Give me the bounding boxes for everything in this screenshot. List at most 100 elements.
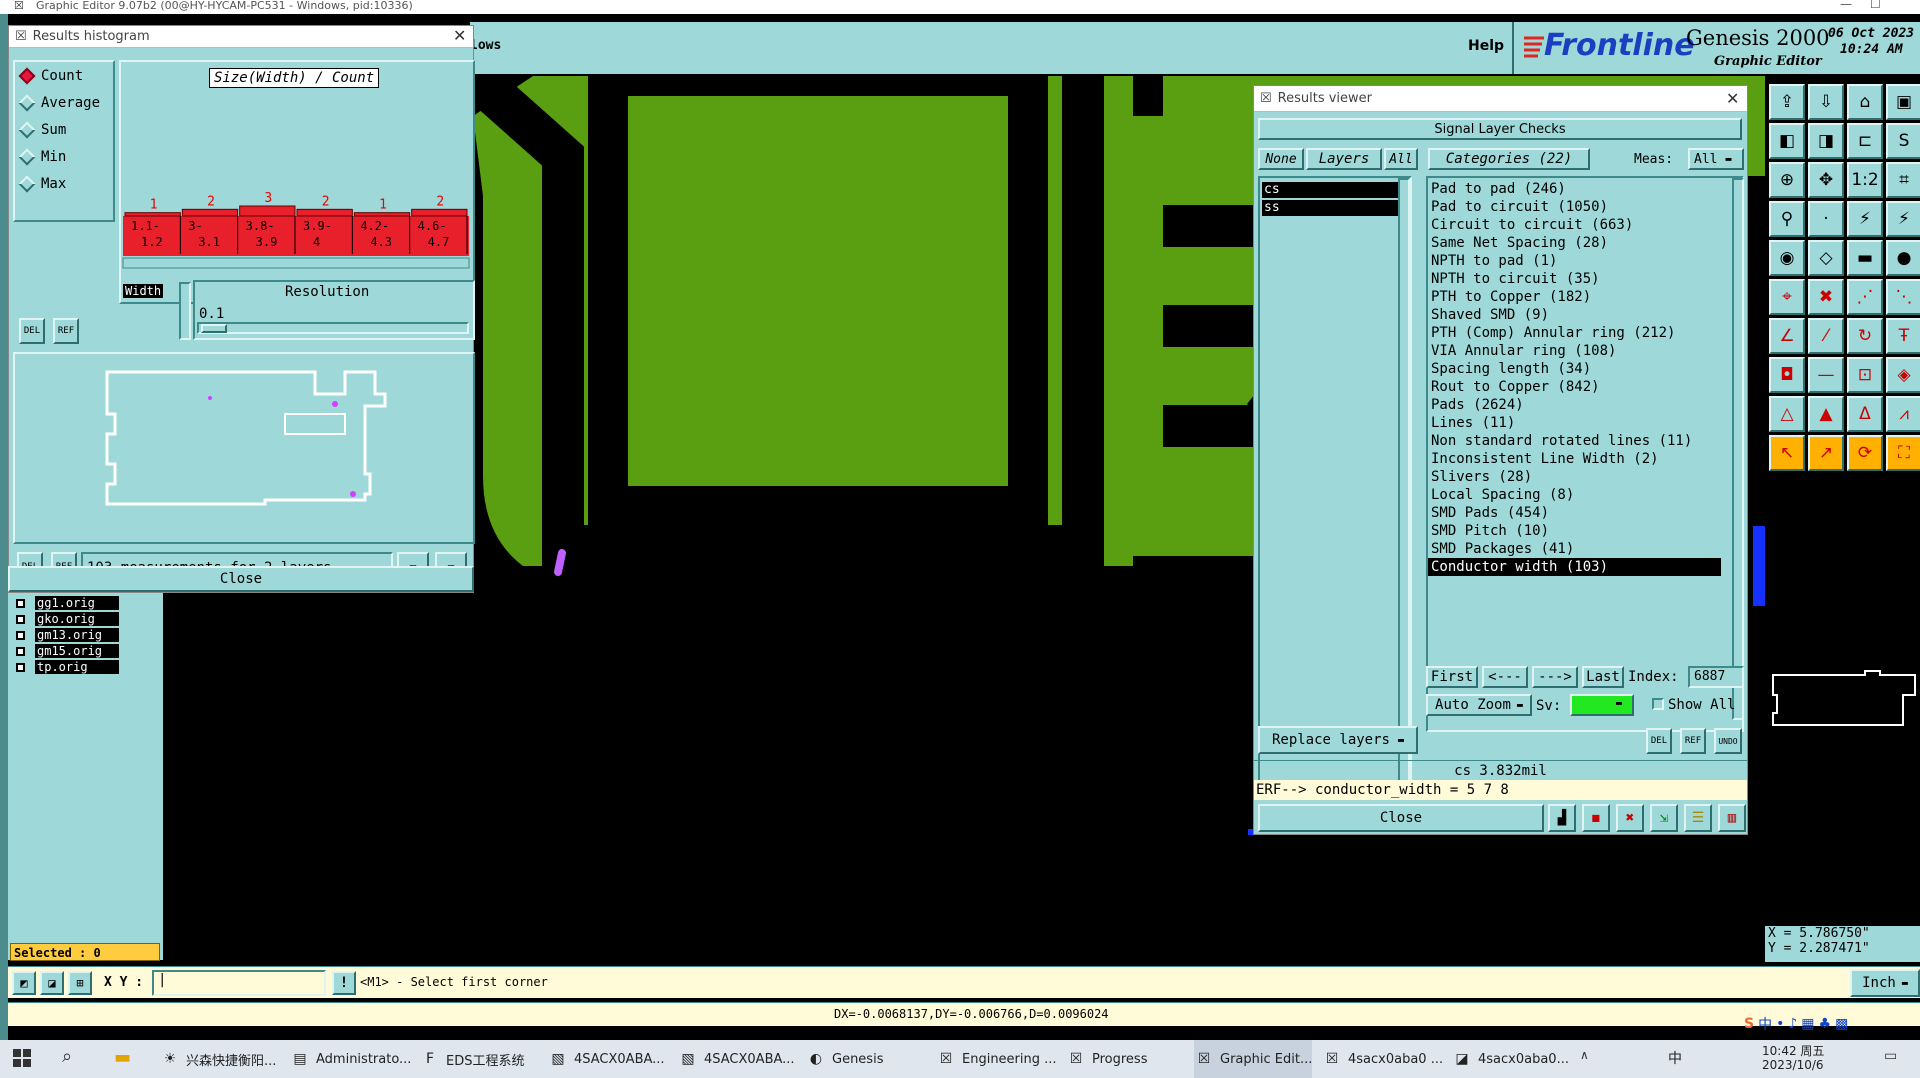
histogram-bar[interactable] xyxy=(239,205,296,217)
report-icon[interactable]: ▟ xyxy=(1548,804,1576,832)
layer-checkbox-icon[interactable] xyxy=(16,598,25,608)
resolution-slider[interactable] xyxy=(197,322,469,334)
units-dropdown[interactable]: Inch ▬ xyxy=(1850,969,1920,997)
del-button[interactable]: DEL xyxy=(19,318,45,344)
layer-row[interactable]: gko.orig xyxy=(12,611,134,627)
mode-radio-average[interactable]: Average xyxy=(15,89,113,116)
sv-color-dropdown[interactable]: ▬ xyxy=(1570,694,1634,716)
pan-right-icon[interactable]: ◨ xyxy=(1808,123,1844,159)
category-row[interactable]: Same Net Spacing (28) xyxy=(1428,234,1721,252)
zoom-s-icon[interactable]: S xyxy=(1886,123,1920,159)
layers-button[interactable]: Layers xyxy=(1306,148,1382,170)
mode-radio-min[interactable]: Min xyxy=(15,143,113,170)
category-row[interactable]: Pads (2624) xyxy=(1428,396,1721,414)
delete-marks-icon[interactable]: ✖ xyxy=(1616,804,1644,832)
tray-chevron-icon[interactable]: ∧ xyxy=(1580,1048,1589,1062)
line-icon[interactable]: ▬ xyxy=(1847,240,1883,276)
file-explorer-icon[interactable]: ▬ xyxy=(114,1047,131,1068)
help-menu[interactable]: Help xyxy=(1468,38,1504,54)
layers-list[interactable]: cs ss xyxy=(1258,176,1412,800)
taskbar-app[interactable]: ▤ Administrato... xyxy=(290,1040,411,1078)
mode-radio-count[interactable]: Count xyxy=(15,62,113,89)
triangle-icon[interactable]: △ xyxy=(1769,396,1805,432)
category-row[interactable]: Non standard rotated lines (11) xyxy=(1428,432,1721,450)
layer-checkbox-icon[interactable] xyxy=(16,646,25,656)
taskbar-app[interactable]: ▧ 4SACX0ABA... xyxy=(548,1040,664,1078)
pan-left-icon[interactable]: ◧ xyxy=(1769,123,1805,159)
cross-icon[interactable]: ✖ xyxy=(1808,279,1844,315)
category-row[interactable]: NPTH to circuit (35) xyxy=(1428,270,1721,288)
net-icon[interactable]: ⋰ xyxy=(1847,279,1883,315)
meas-dropdown[interactable]: All ▬ xyxy=(1688,148,1744,170)
skin-icon[interactable]: ♣ xyxy=(1819,1016,1832,1032)
next-button[interactable]: ---> xyxy=(1532,666,1578,688)
prev-button[interactable]: <--- xyxy=(1482,666,1528,688)
taskbar-app[interactable]: ◪ 4sacx0aba0... xyxy=(1452,1040,1569,1078)
empty-slot-icon[interactable]: · xyxy=(1808,201,1844,237)
home-icon[interactable]: ⌂ xyxy=(1847,84,1883,120)
rotate-icon[interactable]: ⟳ xyxy=(1847,435,1883,471)
close-icon[interactable]: ✕ xyxy=(453,26,466,45)
width-scroll[interactable] xyxy=(179,282,191,340)
last-button[interactable]: Last xyxy=(1582,666,1624,688)
layer-row[interactable]: tp.orig xyxy=(12,659,134,675)
category-row[interactable]: SMD Pads (454) xyxy=(1428,504,1721,522)
xy-input[interactable]: | xyxy=(152,970,326,996)
ime-indicator[interactable]: 中 xyxy=(1668,1048,1682,1068)
save-icon[interactable]: ⇩ xyxy=(1808,84,1844,120)
toolbox-icon[interactable]: ▩ xyxy=(1835,1016,1848,1032)
open-job-icon[interactable]: ⇪ xyxy=(1769,84,1805,120)
first-button[interactable]: First xyxy=(1426,666,1478,688)
maximize-icon[interactable]: ☐ xyxy=(1870,0,1881,11)
link-icon[interactable]: ⋱ xyxy=(1886,279,1920,315)
all-button[interactable]: All xyxy=(1384,148,1418,170)
select-mode-icon[interactable]: ◩ xyxy=(12,971,36,995)
route2-icon[interactable]: ⚡ xyxy=(1886,201,1920,237)
select-area-icon[interactable]: ⛶ xyxy=(1886,435,1920,471)
viewer-undo-button[interactable]: UNDO xyxy=(1714,728,1742,754)
category-row[interactable]: SMD Pitch (10) xyxy=(1428,522,1721,540)
chart-scrollbar[interactable] xyxy=(122,257,470,269)
histogram-bar[interactable] xyxy=(181,208,239,217)
pad-icon[interactable]: ◉ xyxy=(1769,240,1805,276)
screenshot-icon[interactable]: ◼ xyxy=(1582,804,1610,832)
search-icon[interactable]: ⌕ xyxy=(62,1046,72,1067)
pointer-icon[interactable]: ↖ xyxy=(1769,435,1805,471)
taskbar-app[interactable]: F EDS工程系统 xyxy=(420,1040,525,1078)
replace-layers-dropdown[interactable]: Replace layers ▬ xyxy=(1258,726,1418,754)
grid-snap-icon[interactable]: ⌗ xyxy=(1886,162,1920,198)
viewer-close-button[interactable]: Close xyxy=(1258,804,1544,832)
viewer-del-button[interactable]: DEL xyxy=(1646,728,1672,754)
histogram-bar[interactable] xyxy=(411,208,468,217)
histogram-bar[interactable] xyxy=(296,208,353,217)
taskbar-app[interactable]: ☒ Progress xyxy=(1066,1040,1148,1078)
layer-row[interactable]: gg1.orig xyxy=(12,595,134,611)
arc-icon[interactable]: ↻ xyxy=(1847,318,1883,354)
node-icon[interactable]: ◘ xyxy=(1769,357,1805,393)
minus-icon[interactable]: — xyxy=(1808,357,1844,393)
taskbar-app[interactable]: ☒ Graphic Edit... xyxy=(1194,1040,1313,1078)
none-button[interactable]: None xyxy=(1258,148,1304,170)
histogram-close-button[interactable]: Close xyxy=(8,566,474,592)
category-row[interactable]: SMD Packages (41) xyxy=(1428,540,1721,558)
slider-handle[interactable] xyxy=(201,324,227,333)
text-icon[interactable]: Ŧ xyxy=(1886,318,1920,354)
layer-row[interactable]: gm15.orig xyxy=(12,643,134,659)
board-preview[interactable] xyxy=(13,352,475,544)
category-row[interactable]: Slivers (28) xyxy=(1428,468,1721,486)
frame-icon[interactable]: ⊡ xyxy=(1847,357,1883,393)
viewer-layer-row[interactable]: ss xyxy=(1262,200,1400,216)
category-row[interactable]: Rout to Copper (842) xyxy=(1428,378,1721,396)
category-row[interactable]: Pad to circuit (1050) xyxy=(1428,198,1721,216)
category-row[interactable]: NPTH to pad (1) xyxy=(1428,252,1721,270)
layer-checkbox-icon[interactable] xyxy=(16,614,25,624)
shape-icon[interactable]: ◈ xyxy=(1886,357,1920,393)
taskbar-app[interactable]: ☒ Engineering ... xyxy=(936,1040,1057,1078)
zoom-fit-icon[interactable]: ⊕ xyxy=(1769,162,1805,198)
notification-icon[interactable]: ▭ xyxy=(1884,1048,1897,1064)
dot-icon[interactable]: ● xyxy=(1886,240,1920,276)
taskbar-app[interactable]: ▧ 4SACX0ABA... xyxy=(678,1040,794,1078)
layer-row[interactable]: gm13.orig xyxy=(12,627,134,643)
ime-mode[interactable]: 中 xyxy=(1758,1014,1772,1034)
viewer-layer-row[interactable]: cs xyxy=(1262,182,1400,198)
